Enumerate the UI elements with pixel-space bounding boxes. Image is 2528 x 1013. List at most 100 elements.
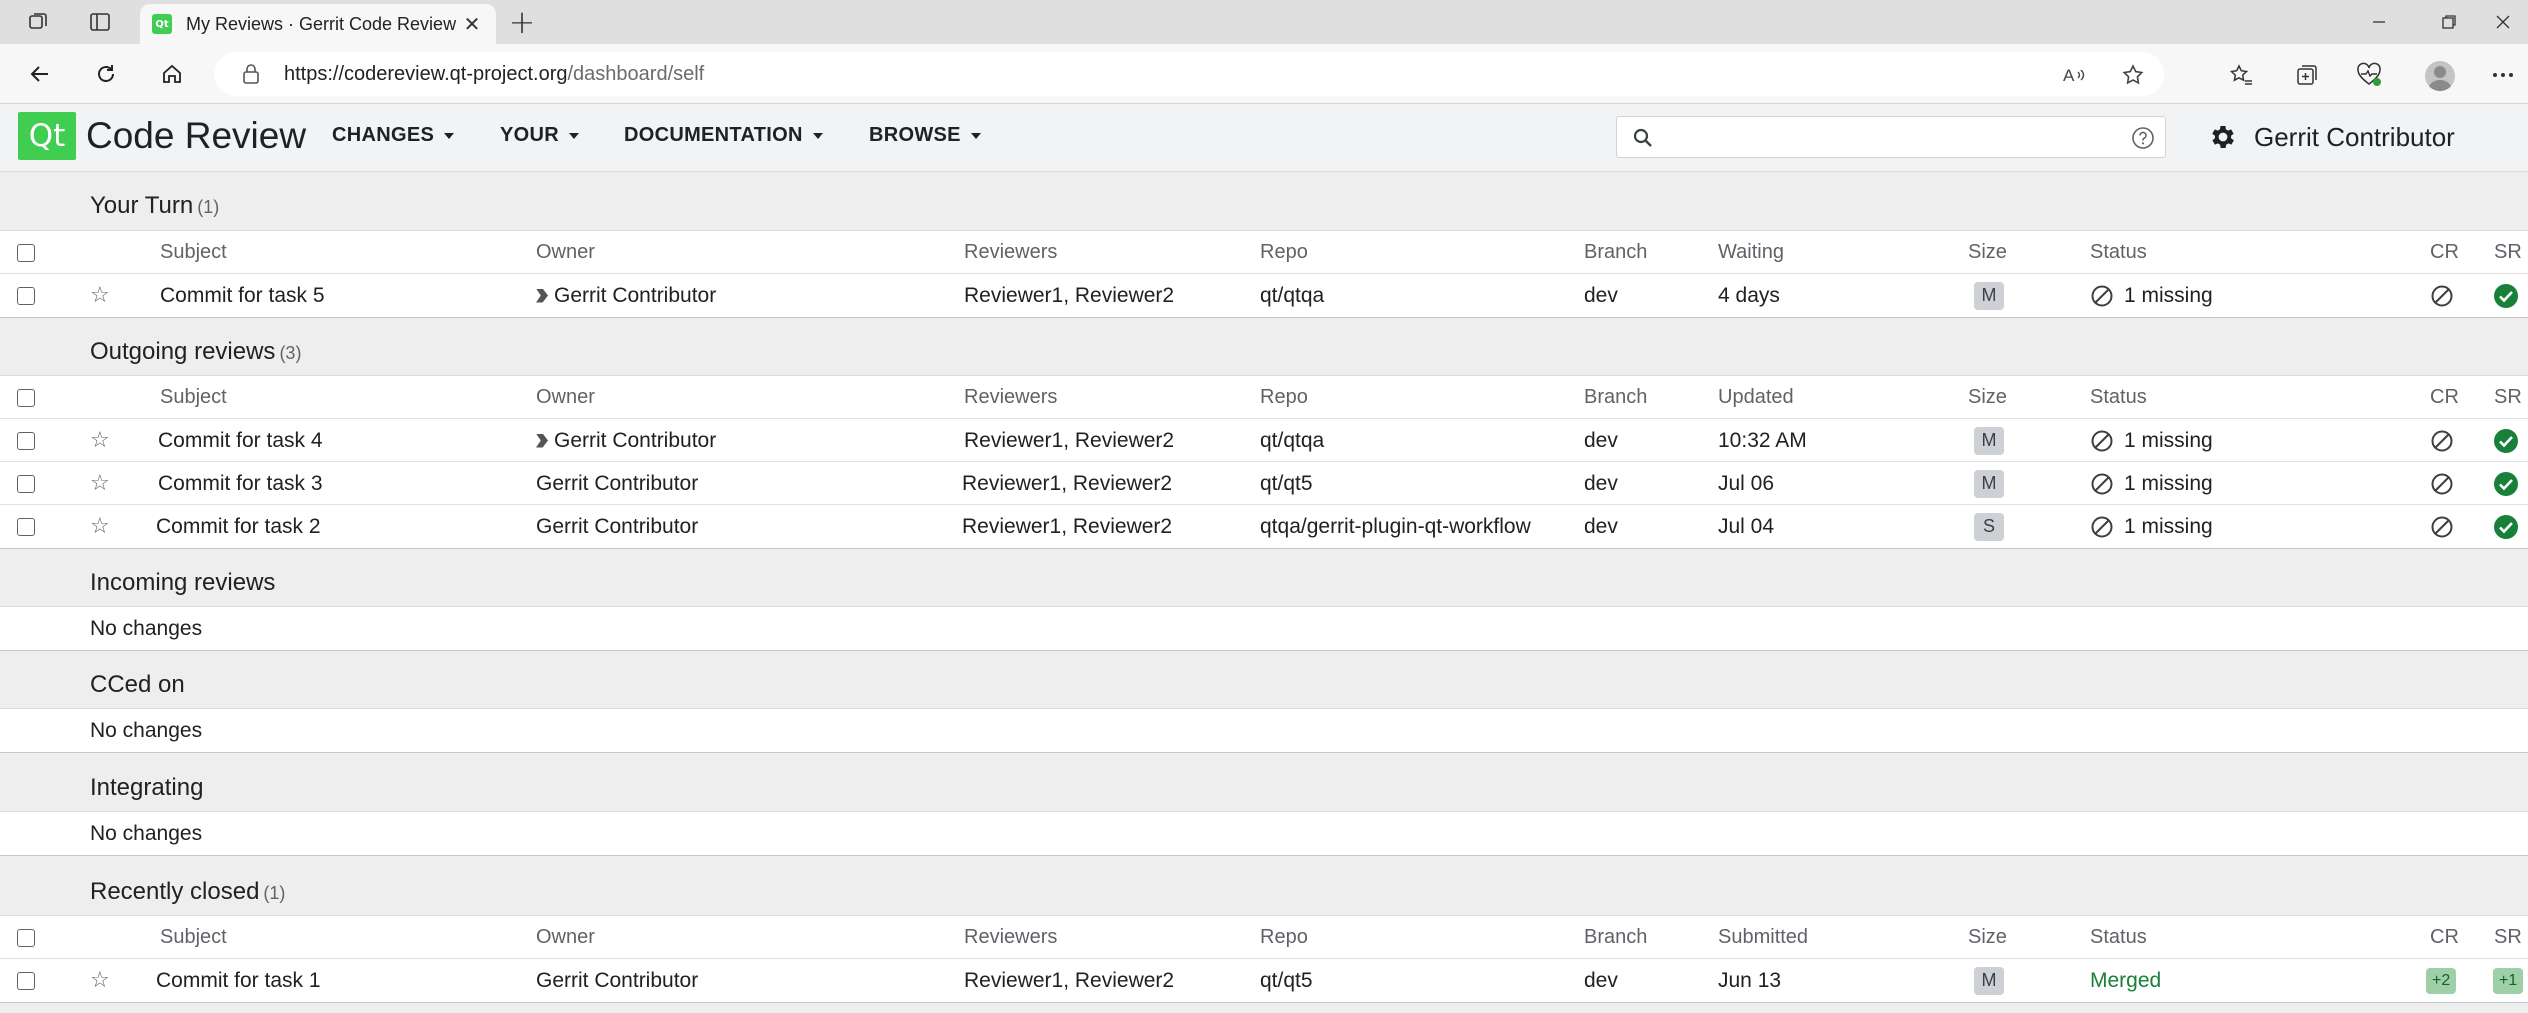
subject-link[interactable]: Commit for task 1 xyxy=(156,959,321,1002)
col-status[interactable]: Status xyxy=(2090,376,2147,419)
col-sr[interactable]: SR xyxy=(2494,916,2522,959)
col-repo[interactable]: Repo xyxy=(1260,376,1308,419)
menu-documentation[interactable]: DOCUMENTATION xyxy=(624,124,823,147)
workspaces-icon[interactable] xyxy=(20,6,56,38)
owner-cell[interactable]: Gerrit Contributor xyxy=(536,462,698,505)
qt-logo[interactable]: Qt xyxy=(18,112,76,160)
minimize-icon[interactable] xyxy=(2344,0,2414,44)
col-branch[interactable]: Branch xyxy=(1584,376,1647,419)
table-row[interactable]: ☆ Commit for task 5 Gerrit Contributor R… xyxy=(0,274,2528,317)
home-icon[interactable] xyxy=(152,56,192,92)
col-subject[interactable]: Subject xyxy=(160,231,227,274)
col-reviewers[interactable]: Reviewers xyxy=(964,231,1057,274)
new-tab-button[interactable]: + xyxy=(504,3,540,41)
reviewers-cell[interactable]: Reviewer1, Reviewer2 xyxy=(964,419,1174,462)
read-aloud-icon[interactable]: A xyxy=(2062,62,2088,88)
subject-link[interactable]: Commit for task 4 xyxy=(158,419,323,462)
reviewers-cell[interactable]: Reviewer1, Reviewer2 xyxy=(962,462,1172,505)
col-waiting[interactable]: Waiting xyxy=(1718,231,1784,274)
search-input[interactable] xyxy=(1665,123,2095,151)
url-field[interactable]: https://codereview.qt-project.org/dashbo… xyxy=(214,52,2164,96)
col-repo[interactable]: Repo xyxy=(1260,916,1308,959)
col-repo[interactable]: Repo xyxy=(1260,231,1308,274)
favorite-star-icon[interactable] xyxy=(2120,62,2146,88)
select-all-checkbox[interactable] xyxy=(17,388,35,407)
branch-link[interactable]: dev xyxy=(1584,505,1618,548)
table-row[interactable]: ☆ Commit for task 4 Gerrit Contributor R… xyxy=(0,419,2528,462)
select-all-checkbox[interactable] xyxy=(17,243,35,262)
subject-link[interactable]: Commit for task 3 xyxy=(158,462,323,505)
reviewers-cell[interactable]: Reviewer1, Reviewer2 xyxy=(964,959,1174,1002)
col-owner[interactable]: Owner xyxy=(536,916,595,959)
help-icon[interactable] xyxy=(2131,126,2155,150)
repo-link[interactable]: qt/qtqa xyxy=(1260,419,1324,462)
star-icon[interactable]: ☆ xyxy=(90,462,110,505)
browser-essentials-icon[interactable] xyxy=(2352,58,2386,92)
col-reviewers[interactable]: Reviewers xyxy=(964,916,1057,959)
repo-link[interactable]: qt/qt5 xyxy=(1260,959,1313,1002)
back-icon[interactable] xyxy=(20,56,60,92)
col-sr[interactable]: SR xyxy=(2494,231,2522,274)
menu-changes[interactable]: CHANGES xyxy=(332,124,455,147)
col-size[interactable]: Size xyxy=(1968,231,2007,274)
star-icon[interactable]: ☆ xyxy=(90,274,110,317)
brand-title[interactable]: Code Review xyxy=(86,112,306,160)
col-reviewers[interactable]: Reviewers xyxy=(964,376,1057,419)
lock-icon[interactable] xyxy=(240,63,262,85)
col-submitted[interactable]: Submitted xyxy=(1718,916,1808,959)
owner-cell[interactable]: Gerrit Contributor xyxy=(536,959,698,1002)
branch-link[interactable]: dev xyxy=(1584,274,1618,317)
row-checkbox[interactable] xyxy=(17,286,35,305)
settings-gear-icon[interactable] xyxy=(2208,122,2238,152)
owner-cell[interactable]: Gerrit Contributor xyxy=(536,274,716,317)
col-sr[interactable]: SR xyxy=(2494,376,2522,419)
col-subject[interactable]: Subject xyxy=(160,916,227,959)
table-row[interactable]: ☆ Commit for task 2 Gerrit Contributor R… xyxy=(0,505,2528,548)
user-name[interactable]: Gerrit Contributor xyxy=(2254,122,2455,153)
branch-link[interactable]: dev xyxy=(1584,959,1618,1002)
menu-your[interactable]: YOUR xyxy=(500,124,579,147)
branch-link[interactable]: dev xyxy=(1584,419,1618,462)
col-branch[interactable]: Branch xyxy=(1584,916,1647,959)
branch-link[interactable]: dev xyxy=(1584,462,1618,505)
tab-actions-icon[interactable] xyxy=(82,6,118,38)
star-icon[interactable]: ☆ xyxy=(90,505,110,548)
collections-icon[interactable] xyxy=(2290,58,2324,92)
reviewers-cell[interactable]: Reviewer1, Reviewer2 xyxy=(964,274,1174,317)
more-options-icon[interactable] xyxy=(2486,58,2520,92)
subject-link[interactable]: Commit for task 2 xyxy=(156,505,321,548)
row-checkbox[interactable] xyxy=(17,517,35,536)
star-icon[interactable]: ☆ xyxy=(90,959,110,1002)
col-subject[interactable]: Subject xyxy=(160,376,227,419)
row-checkbox[interactable] xyxy=(17,971,35,990)
owner-cell[interactable]: Gerrit Contributor xyxy=(536,419,716,462)
close-window-icon[interactable] xyxy=(2468,0,2528,44)
table-row[interactable]: ☆ Commit for task 1 Gerrit Contributor R… xyxy=(0,959,2528,1002)
menu-browse[interactable]: BROWSE xyxy=(869,124,981,147)
table-row[interactable]: ☆ Commit for task 3 Gerrit Contributor R… xyxy=(0,462,2528,505)
favorites-icon[interactable] xyxy=(2224,58,2258,92)
owner-cell[interactable]: Gerrit Contributor xyxy=(536,505,698,548)
refresh-icon[interactable] xyxy=(86,56,126,92)
repo-link[interactable]: qt/qtqa xyxy=(1260,274,1324,317)
repo-link[interactable]: qt/qt5 xyxy=(1260,462,1313,505)
reviewers-cell[interactable]: Reviewer1, Reviewer2 xyxy=(962,505,1172,548)
subject-link[interactable]: Commit for task 5 xyxy=(160,274,325,317)
row-checkbox[interactable] xyxy=(17,474,35,493)
star-icon[interactable]: ☆ xyxy=(90,419,110,462)
col-status[interactable]: Status xyxy=(2090,231,2147,274)
profile-avatar[interactable] xyxy=(2425,61,2455,91)
col-cr[interactable]: CR xyxy=(2430,916,2459,959)
col-size[interactable]: Size xyxy=(1968,376,2007,419)
col-owner[interactable]: Owner xyxy=(536,376,595,419)
repo-link[interactable]: qtqa/gerrit-plugin-qt-workflow xyxy=(1260,505,1531,548)
tab-close-icon[interactable]: ✕ xyxy=(460,12,484,36)
col-updated[interactable]: Updated xyxy=(1718,376,1794,419)
col-cr[interactable]: CR xyxy=(2430,376,2459,419)
col-size[interactable]: Size xyxy=(1968,916,2007,959)
row-checkbox[interactable] xyxy=(17,431,35,450)
col-owner[interactable]: Owner xyxy=(536,231,595,274)
search-icon[interactable] xyxy=(1631,126,1655,150)
col-branch[interactable]: Branch xyxy=(1584,231,1647,274)
browser-tab[interactable]: Qt My Reviews · Gerrit Code Review ✕ xyxy=(140,4,496,44)
